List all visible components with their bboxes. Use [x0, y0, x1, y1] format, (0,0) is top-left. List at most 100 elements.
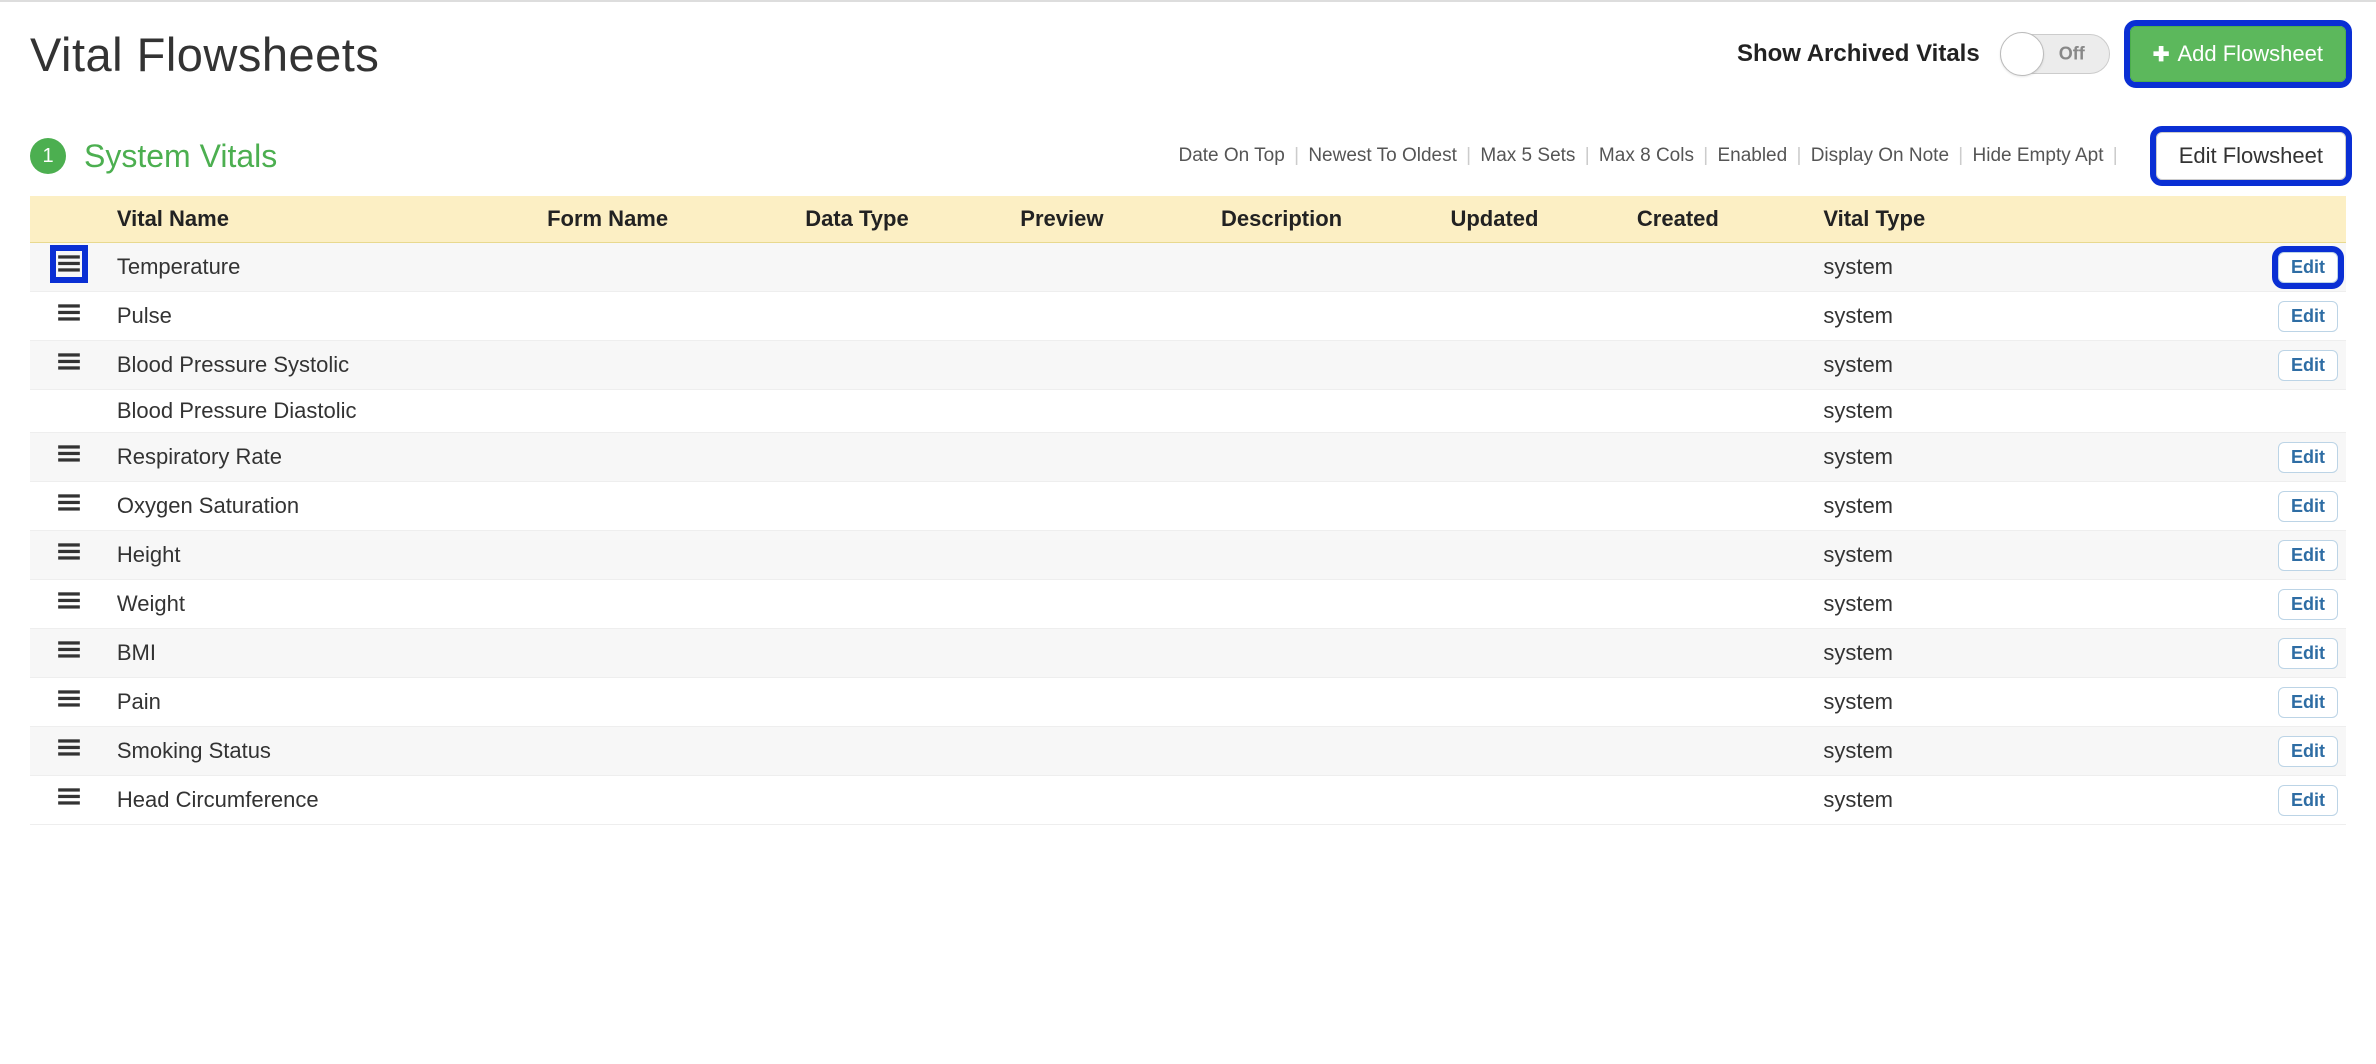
- actions-cell: [2246, 390, 2346, 433]
- separator: |: [2107, 145, 2117, 166]
- edit-row-button[interactable]: Edit: [2278, 785, 2338, 816]
- drag-handle-icon[interactable]: [56, 539, 82, 565]
- col-created: Created: [1629, 196, 1815, 243]
- cell-dtype: [797, 580, 1012, 629]
- section-meta-item: Max 8 Cols: [1599, 145, 1694, 166]
- cell-preview: [1012, 580, 1213, 629]
- drag-cell: [30, 776, 109, 825]
- section-left: 1 System Vitals: [30, 138, 277, 175]
- cell-desc: [1213, 531, 1442, 580]
- cell-desc: [1213, 580, 1442, 629]
- cell-updated: [1442, 580, 1628, 629]
- edit-row-button[interactable]: Edit: [2278, 442, 2338, 473]
- cell-preview: [1012, 433, 1213, 482]
- vitals-table: Vital Name Form Name Data Type Preview D…: [30, 196, 2346, 825]
- actions-cell: Edit: [2246, 433, 2346, 482]
- drag-handle-icon[interactable]: [56, 637, 82, 663]
- edit-row-button[interactable]: Edit: [2278, 301, 2338, 332]
- actions-cell: Edit: [2246, 678, 2346, 727]
- cell-vtype: system: [1815, 629, 2245, 678]
- toggle-state-label: Off: [2059, 44, 2085, 65]
- actions-cell: Edit: [2246, 531, 2346, 580]
- section-number-badge: 1: [30, 138, 66, 174]
- cell-created: [1629, 390, 1815, 433]
- edit-row-button[interactable]: Edit: [2278, 638, 2338, 669]
- separator: |: [1698, 145, 1714, 166]
- edit-row-button[interactable]: Edit: [2278, 589, 2338, 620]
- section-title: System Vitals: [84, 138, 277, 175]
- cell-form: [539, 678, 797, 727]
- drag-cell: [30, 629, 109, 678]
- cell-vtype: system: [1815, 776, 2245, 825]
- col-data-type: Data Type: [797, 196, 1012, 243]
- edit-row-button[interactable]: Edit: [2278, 491, 2338, 522]
- edit-flowsheet-button[interactable]: Edit Flowsheet: [2156, 132, 2346, 180]
- drag-cell: [30, 433, 109, 482]
- drag-cell: [30, 243, 109, 292]
- edit-row-button[interactable]: Edit: [2278, 350, 2338, 381]
- drag-cell: [30, 531, 109, 580]
- col-form-name: Form Name: [539, 196, 797, 243]
- show-archived-toggle[interactable]: Off: [2000, 34, 2110, 74]
- section-meta-item: Max 5 Sets: [1480, 145, 1575, 166]
- cell-dtype: [797, 727, 1012, 776]
- cell-vtype: system: [1815, 727, 2245, 776]
- separator: |: [1579, 145, 1595, 166]
- cell-created: [1629, 243, 1815, 292]
- drag-cell: [30, 678, 109, 727]
- drag-handle-icon[interactable]: [56, 784, 82, 810]
- cell-preview: [1012, 390, 1213, 433]
- actions-cell: Edit: [2246, 482, 2346, 531]
- drag-handle-icon[interactable]: [56, 349, 82, 375]
- cell-created: [1629, 433, 1815, 482]
- cell-desc: [1213, 292, 1442, 341]
- cell-desc: [1213, 776, 1442, 825]
- cell-vtype: system: [1815, 531, 2245, 580]
- drag-handle-icon[interactable]: [56, 735, 82, 761]
- table-row: Smoking StatussystemEdit: [30, 727, 2346, 776]
- cell-name: Height: [109, 531, 539, 580]
- cell-dtype: [797, 341, 1012, 390]
- col-preview: Preview: [1012, 196, 1213, 243]
- cell-created: [1629, 531, 1815, 580]
- edit-row-button[interactable]: Edit: [2278, 252, 2338, 283]
- edit-row-button[interactable]: Edit: [2278, 736, 2338, 767]
- cell-dtype: [797, 390, 1012, 433]
- table-row: Height system Edit: [30, 531, 2346, 580]
- drag-handle-icon[interactable]: [56, 686, 82, 712]
- cell-dtype: [797, 629, 1012, 678]
- table-row: TemperaturesystemEdit: [30, 243, 2346, 292]
- drag-handle-icon[interactable]: [56, 588, 82, 614]
- cell-dtype: [797, 531, 1012, 580]
- cell-name: Blood Pressure Systolic: [109, 341, 539, 390]
- cell-name: Oxygen Saturation: [109, 482, 539, 531]
- cell-desc: [1213, 243, 1442, 292]
- section-meta-item: Date On Top: [1178, 145, 1284, 166]
- drag-handle-icon[interactable]: [56, 251, 82, 277]
- col-description: Description: [1213, 196, 1442, 243]
- cell-dtype: [797, 776, 1012, 825]
- drag-handle-icon[interactable]: [56, 490, 82, 516]
- cell-vtype: system: [1815, 390, 2245, 433]
- edit-row-button[interactable]: Edit: [2278, 540, 2338, 571]
- cell-form: [539, 580, 797, 629]
- drag-handle-icon[interactable]: [56, 441, 82, 467]
- cell-created: [1629, 341, 1815, 390]
- drag-handle-icon[interactable]: [56, 300, 82, 326]
- section-meta: Date On Top | Newest To Oldest | Max 5 S…: [1178, 145, 2121, 167]
- cell-form: [539, 292, 797, 341]
- section-meta-item: Newest To Oldest: [1308, 145, 1457, 166]
- separator: |: [1791, 145, 1807, 166]
- cell-created: [1629, 776, 1815, 825]
- cell-dtype: [797, 243, 1012, 292]
- cell-desc: [1213, 678, 1442, 727]
- edit-row-button[interactable]: Edit: [2278, 687, 2338, 718]
- add-flowsheet-button[interactable]: ✚ Add Flowsheet: [2130, 26, 2346, 82]
- page-header: Vital Flowsheets Show Archived Vitals Of…: [30, 26, 2346, 82]
- actions-cell: Edit: [2246, 292, 2346, 341]
- actions-cell: Edit: [2246, 243, 2346, 292]
- cell-preview: [1012, 341, 1213, 390]
- cell-dtype: [797, 433, 1012, 482]
- cell-name: Blood Pressure Diastolic: [109, 390, 539, 433]
- cell-vtype: system: [1815, 243, 2245, 292]
